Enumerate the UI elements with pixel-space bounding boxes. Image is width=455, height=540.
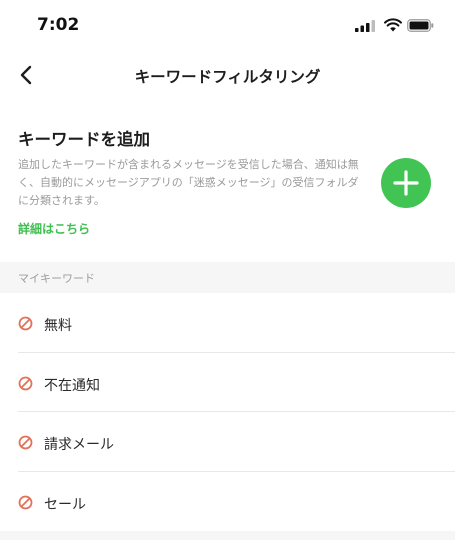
status-time: 7:02 xyxy=(37,15,80,35)
status-icons xyxy=(355,18,435,34)
keyword-label: 不在通知 xyxy=(44,377,100,394)
bottom-strip xyxy=(0,531,455,540)
screen: 7:02 キーワードフィルタリング キーワードを追加 追加したキーワードが含まれ… xyxy=(0,0,455,540)
signal-icon xyxy=(355,20,375,32)
keyword-label: 請求メール xyxy=(44,437,114,453)
plus-icon xyxy=(393,170,419,196)
keyword-item-free[interactable]: 無料 xyxy=(0,293,455,353)
keyword-label: セール xyxy=(44,496,86,513)
keyword-item-billing-mail[interactable]: 請求メール xyxy=(0,412,455,472)
keyword-label: 無料 xyxy=(44,318,72,334)
block-icon xyxy=(18,435,33,450)
block-icon xyxy=(18,316,33,331)
status-bar: 7:02 xyxy=(0,0,455,48)
add-keyword-section: キーワードを追加 追加したキーワードが含まれるメッセージを受信した場合、通知は無… xyxy=(0,110,455,260)
block-icon xyxy=(18,495,33,509)
block-icon xyxy=(18,376,33,390)
keyword-item-sale[interactable]: セール xyxy=(0,472,455,532)
keyword-item-absence-notice[interactable]: 不在通知 xyxy=(0,353,455,412)
details-link[interactable]: 詳細はこちら xyxy=(18,220,90,237)
page-title: キーワードフィルタリング xyxy=(134,68,321,86)
add-keyword-button[interactable] xyxy=(381,158,431,208)
add-keyword-description: 追加したキーワードが含まれるメッセージを受信した場合、通知は無く、自動的にメッセ… xyxy=(18,158,359,207)
my-keywords-header: マイキーワード xyxy=(0,262,455,293)
keyword-list: 無料 不在通知 請求メール セール xyxy=(0,293,455,531)
nav-bar: キーワードフィルタリング xyxy=(0,48,455,102)
battery-icon xyxy=(407,19,434,32)
add-keyword-title: キーワードを追加 xyxy=(18,130,150,149)
my-keywords-header-label: マイキーワード xyxy=(18,272,95,285)
wifi-icon xyxy=(384,18,402,32)
